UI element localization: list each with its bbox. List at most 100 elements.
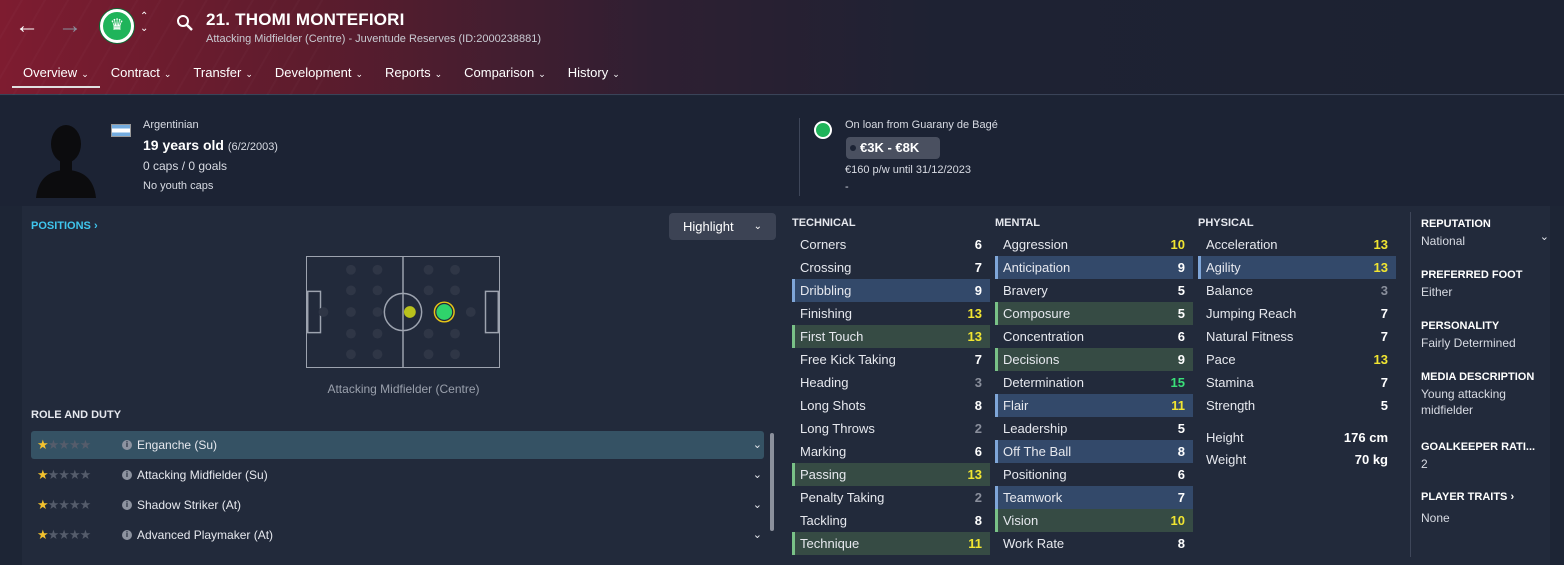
attribute-row[interactable]: Crossing 7 xyxy=(792,256,990,279)
chevron-down-icon[interactable]: ⌄ xyxy=(1540,230,1549,243)
attribute-row[interactable]: Concentration 6 xyxy=(995,325,1193,348)
attribute-row[interactable]: Positioning 6 xyxy=(995,463,1193,486)
attribute-label: Bravery xyxy=(1003,283,1048,298)
attribute-value: 5 xyxy=(1380,398,1388,413)
attribute-row[interactable]: Natural Fitness 7 xyxy=(1198,325,1396,348)
search-icon[interactable] xyxy=(176,14,194,32)
attribute-row[interactable]: Anticipation 9 xyxy=(995,256,1193,279)
tab-transfer[interactable]: Transfer ⌄ xyxy=(182,60,263,88)
argentina-flag-icon xyxy=(111,124,131,137)
personality-section: PERSONALITY Fairly Determined xyxy=(1421,320,1516,350)
attribute-value: 6 xyxy=(1177,467,1185,482)
attribute-row[interactable]: Tackling 8 xyxy=(792,509,990,532)
attribute-row[interactable]: Long Shots 8 xyxy=(792,394,990,417)
goalkeeper-rating-section: GOALKEEPER RATI... 2 xyxy=(1421,441,1536,471)
attribute-row[interactable]: First Touch 13 xyxy=(792,325,990,348)
attribute-row[interactable]: Pace 13 xyxy=(1198,348,1396,371)
attribute-row[interactable]: Flair 11 xyxy=(995,394,1193,417)
attribute-row[interactable]: Agility 13 xyxy=(1198,256,1396,279)
attribute-row[interactable]: Marking 6 xyxy=(792,440,990,463)
chevron-down-icon: ⌄ xyxy=(753,221,762,232)
attribute-row[interactable]: Passing 13 xyxy=(792,463,990,486)
weight-row: Weight 70 kg xyxy=(1206,452,1388,467)
attribute-row[interactable]: Work Rate 8 xyxy=(995,532,1193,555)
attribute-label: Stamina xyxy=(1206,375,1254,390)
chevron-down-icon: ⌄ xyxy=(81,69,89,79)
attribute-value: 11 xyxy=(968,536,982,551)
attribute-row[interactable]: Leadership 5 xyxy=(995,417,1193,440)
wage-contract: €160 p/w until 31/12/2023 xyxy=(845,164,971,176)
technical-attributes: TECHNICAL Corners 6 Crossing 7 Dribbling 9 Fin… xyxy=(792,217,990,555)
loan-club-badge-icon[interactable] xyxy=(814,121,832,139)
attribute-row[interactable]: Balance 3 xyxy=(1198,279,1396,302)
attribute-row[interactable]: Composure 5 xyxy=(995,302,1193,325)
role-row[interactable]: ★★★★★ i Advanced Playmaker (At) ⌄ xyxy=(31,521,764,549)
attribute-row[interactable]: Teamwork 7 xyxy=(995,486,1193,509)
attribute-row[interactable]: Strength 5 xyxy=(1198,394,1396,417)
tab-development[interactable]: Development ⌄ xyxy=(264,60,374,88)
attribute-value: 2 xyxy=(974,421,982,436)
role-duty-title: ROLE AND DUTY xyxy=(31,409,122,421)
positions-link[interactable]: POSITIONS › xyxy=(31,220,98,232)
role-rating-stars: ★★★★★ xyxy=(37,527,91,542)
info-icon: i xyxy=(122,440,132,450)
back-arrow-icon[interactable]: ← xyxy=(13,12,41,40)
caps-goals: 0 caps / 0 goals xyxy=(143,159,228,173)
attribute-row[interactable]: Technique 11 xyxy=(792,532,990,555)
attribute-value: 6 xyxy=(974,237,982,252)
reputation-section[interactable]: REPUTATION National ⌄ xyxy=(1421,218,1549,249)
attribute-row[interactable]: Free Kick Taking 7 xyxy=(792,348,990,371)
attribute-value: 10 xyxy=(1170,237,1185,252)
attribute-label: Long Shots xyxy=(800,398,866,413)
highlight-dropdown[interactable]: Highlight ⌄ xyxy=(669,213,776,240)
tab-comparison[interactable]: Comparison ⌄ xyxy=(453,60,557,88)
forward-arrow-icon[interactable]: → xyxy=(56,12,84,40)
attribute-row[interactable]: Finishing 13 xyxy=(792,302,990,325)
physical-attributes: PHYSICAL Acceleration 13 Agility 13 Balance 3… xyxy=(1198,217,1396,471)
role-row[interactable]: ★★★★★ i Attacking Midfielder (Su) ⌄ xyxy=(31,461,764,489)
age: 19 years old (6/2/2003) xyxy=(143,137,278,153)
attribute-label: Natural Fitness xyxy=(1206,329,1294,344)
role-row[interactable]: ★★★★★ i Shadow Striker (At) ⌄ xyxy=(31,491,764,519)
attribute-value: 3 xyxy=(1380,283,1388,298)
attribute-value: 7 xyxy=(974,260,982,275)
attribute-value: 7 xyxy=(1380,329,1388,344)
role-row[interactable]: ★★★★★ i Enganche (Su) ⌄ xyxy=(31,431,764,459)
tab-reports[interactable]: Reports ⌄ xyxy=(374,60,453,88)
cycle-player-updown-icon[interactable]: ⌃ ⌄ xyxy=(140,11,148,35)
attribute-value: 9 xyxy=(974,283,982,298)
attribute-row[interactable]: Acceleration 13 xyxy=(1198,233,1396,256)
chevron-down-icon: ⌄ xyxy=(752,439,762,451)
tab-overview[interactable]: Overview ⌄ xyxy=(12,60,100,88)
attribute-row[interactable]: Aggression 10 xyxy=(995,233,1193,256)
player-subtitle: Attacking Midfielder (Centre) - Juventud… xyxy=(206,33,542,45)
attribute-label: Dribbling xyxy=(800,283,852,298)
player-traits-link[interactable]: PLAYER TRAITS › None xyxy=(1421,491,1549,526)
attribute-row[interactable]: Heading 3 xyxy=(792,371,990,394)
divider xyxy=(799,118,800,196)
attribute-value: 5 xyxy=(1177,306,1185,321)
attribute-label: Flair xyxy=(1003,398,1029,413)
attribute-row[interactable]: Stamina 7 xyxy=(1198,371,1396,394)
attribute-label: Long Throws xyxy=(800,421,875,436)
attribute-label: Positioning xyxy=(1003,467,1067,482)
attribute-value: 8 xyxy=(974,513,982,528)
attribute-row[interactable]: Long Throws 2 xyxy=(792,417,990,440)
attribute-row[interactable]: Dribbling 9 xyxy=(792,279,990,302)
attribute-row[interactable]: Bravery 5 xyxy=(995,279,1193,302)
roles-scrollbar[interactable] xyxy=(770,433,774,531)
attribute-row[interactable]: Corners 6 xyxy=(792,233,990,256)
attribute-row[interactable]: Off The Ball 8 xyxy=(995,440,1193,463)
attribute-row[interactable]: Jumping Reach 7 xyxy=(1198,302,1396,325)
attribute-row[interactable]: Penalty Taking 2 xyxy=(792,486,990,509)
tab-contract[interactable]: Contract ⌄ xyxy=(100,60,183,88)
attribute-row[interactable]: Decisions 9 xyxy=(995,348,1193,371)
attribute-row[interactable]: Vision 10 xyxy=(995,509,1193,532)
chevron-down-icon: ⌄ xyxy=(752,529,762,541)
attribute-row[interactable]: Determination 15 xyxy=(995,371,1193,394)
attribute-value: 13 xyxy=(967,467,982,482)
chevron-down-icon: ⌄ xyxy=(612,69,620,79)
tab-history[interactable]: History ⌄ xyxy=(557,60,631,88)
club-badge-icon[interactable]: ♛ xyxy=(100,9,134,43)
attribute-value: 8 xyxy=(974,398,982,413)
